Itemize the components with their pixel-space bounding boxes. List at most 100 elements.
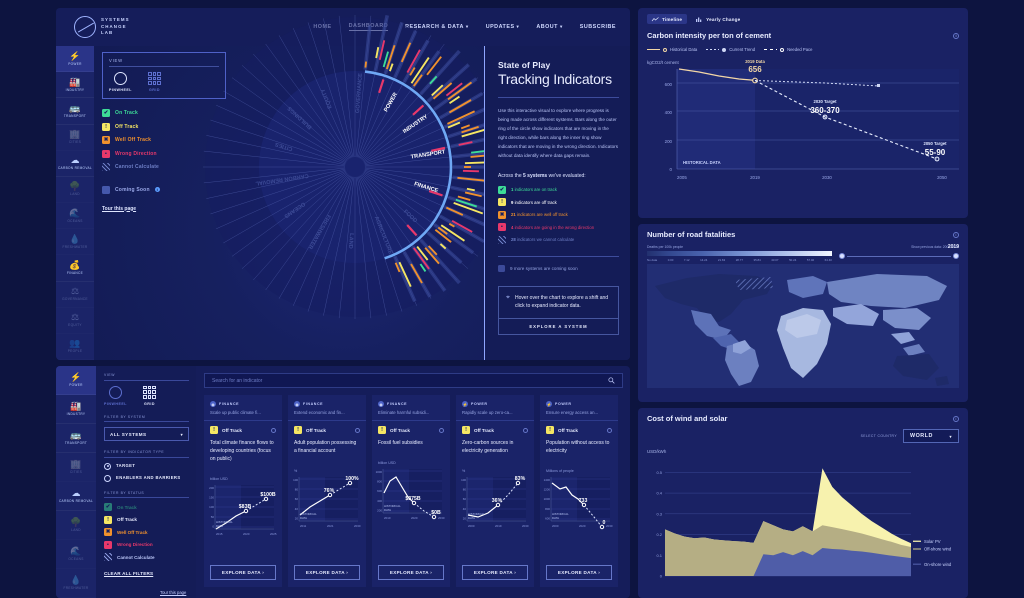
- indicator-card[interactable]: ⚡ POWER Rapidly scale up zero-ca... ! Of…: [456, 395, 534, 587]
- pinwheel-chart[interactable]: POWERINDUSTRYTRANSPORTFINANCEFOODAGRICUL…: [190, 8, 520, 332]
- rail2-item-transport[interactable]: 🚌 TRANSPORT: [56, 424, 96, 453]
- svg-text:1200: 1200: [544, 488, 551, 492]
- indicator-card[interactable]: ◉ FINANCE Scale up public climate fi... …: [204, 395, 282, 587]
- system-select[interactable]: ALL SYSTEMS ▾: [104, 427, 189, 441]
- view-toggle[interactable]: VIEW PINWHEEL GRID: [102, 52, 226, 99]
- indicator-card[interactable]: ⚡ POWER Ensure energy access an... ! Off…: [540, 395, 618, 587]
- info-icon[interactable]: [271, 427, 276, 433]
- nav-item-subscribe[interactable]: SUBSCRIBE: [580, 24, 616, 30]
- indicator-card[interactable]: ◉ FINANCE Eliminate harmful subsidi... !…: [372, 395, 450, 587]
- pinwheel-label[interactable]: LAND: [347, 233, 354, 249]
- search-input[interactable]: Search for an indicator: [204, 373, 623, 388]
- rail2-item-power[interactable]: ⚡ POWER: [56, 366, 96, 395]
- legend-item-wrong-direction[interactable]: ▪ Wrong Direction: [102, 149, 226, 158]
- country-select[interactable]: WORLD ▾: [903, 429, 959, 443]
- indicator-card[interactable]: ◉ FINANCE Extend economic and fin... ! O…: [288, 395, 366, 587]
- rail2-item-oceans[interactable]: 🌊 OCEANS: [56, 540, 96, 569]
- info-icon[interactable]: [439, 427, 444, 433]
- explore-data-button[interactable]: EXPLORE DATA ›: [546, 565, 612, 580]
- explore-data-button[interactable]: EXPLORE DATA ›: [378, 565, 444, 580]
- world-map[interactable]: [647, 263, 959, 390]
- view-option-pinwheel[interactable]: PINWHEEL: [109, 72, 132, 92]
- svg-text:$83B: $83B: [239, 504, 252, 510]
- rail2-item-carbon-removal[interactable]: ☁ CARBON REMOVAL: [56, 482, 96, 511]
- stat-wrong-direction: ▪ 4 indicators are going in the wrong di…: [498, 223, 619, 232]
- rail-item-equity[interactable]: ⚖ EQUITY: [56, 308, 94, 334]
- explore-data-button[interactable]: EXPLORE DATA ›: [462, 565, 528, 580]
- legend-item-coming-soon[interactable]: Coming Soon i: [102, 185, 226, 194]
- info-icon[interactable]: i: [154, 187, 160, 192]
- rail2-item-industry[interactable]: 🏭 INDUSTRY: [56, 395, 96, 424]
- status-filter-wrong-direction[interactable]: ▪ Wrong Direction: [104, 540, 189, 549]
- legend-item-off-track[interactable]: ! Off Track: [102, 122, 226, 131]
- info-icon[interactable]: i: [953, 231, 959, 238]
- tab-yearly-change[interactable]: Yearly Change: [691, 14, 745, 24]
- rail-item-transport[interactable]: 🚌 TRANSPORT: [56, 98, 94, 125]
- rail-item-people[interactable]: 👥 PEOPLE: [56, 334, 94, 360]
- status-filter-cannot-calculate[interactable]: Cannot Calculate: [104, 553, 189, 561]
- year-slider-value: 2019: [947, 244, 959, 250]
- info-icon[interactable]: i: [953, 415, 959, 422]
- info-icon[interactable]: i: [953, 32, 959, 39]
- year-slider[interactable]: 2019: [839, 244, 959, 261]
- rail-item-cities[interactable]: 🏢 CITIES: [56, 125, 94, 151]
- card-sparkline: 76% 100% 100 80 60 40 20 HISTORICAL DATA 201…: [293, 475, 361, 533]
- gov-icon: ⚖: [70, 286, 80, 297]
- svg-text:DATA: DATA: [468, 516, 475, 520]
- system-icon: ⚡: [546, 401, 552, 407]
- svg-text:2050: 2050: [937, 175, 947, 180]
- svg-text:600: 600: [665, 82, 673, 87]
- nav-item-about[interactable]: ABOUT ▾: [536, 24, 562, 30]
- info-icon[interactable]: [523, 427, 528, 433]
- cost-plot[interactable]: 0 0.1 0.2 0.3 0.4 0.5 Solar PV Off-shore wind O…: [647, 458, 959, 590]
- radio-enablers-barriers[interactable]: ENABLERS AND BARRIERS: [104, 474, 189, 482]
- rail-item-freshwater[interactable]: 💧 FRESHWATER: [56, 229, 94, 255]
- status-stats: ✔ 1 indicators are on track ! 9 indicato…: [498, 185, 619, 244]
- clear-all-filters-button[interactable]: CLEAR ALL FILTERS: [104, 571, 189, 576]
- status-filter-off-track[interactable]: ! Off Track: [104, 515, 189, 524]
- pinwheel-visualization[interactable]: POWER INDUSTRY TRANSPORT FINANCE FOOD AGRICUL…: [94, 15, 630, 360]
- tour-link[interactable]: Tour this page: [102, 206, 226, 212]
- rail-item-carbon-removal[interactable]: ☁ CARBON REMOVAL: [56, 151, 94, 177]
- info-icon[interactable]: [355, 427, 360, 433]
- status-filter-on-track[interactable]: ✔ On Track: [104, 503, 189, 511]
- tab-timeline[interactable]: Timeline: [647, 14, 688, 24]
- card-goal: Eliminate harmful subsidi...: [378, 410, 430, 415]
- tour-link-secondary[interactable]: Tour this page: [160, 590, 186, 595]
- slider-track: [847, 256, 951, 257]
- legend-item-well-off-track[interactable]: ✖ Well Off Track: [102, 136, 226, 144]
- logo[interactable]: SYSTEMS CHANGE LAB: [74, 16, 130, 38]
- svg-text:76%: 76%: [324, 488, 335, 494]
- divider: [456, 420, 534, 421]
- legend-item-cannot-calculate[interactable]: Cannot Calculate: [102, 163, 226, 171]
- view-option-grid[interactable]: GRID: [147, 72, 161, 92]
- rail-item-land[interactable]: 🌳 LAND: [56, 177, 94, 203]
- slider-knob-start[interactable]: [839, 253, 845, 259]
- well-off-track-icon: ✖: [104, 528, 112, 536]
- rail-item-governance[interactable]: ⚖ GOVERNANCE: [56, 282, 94, 308]
- rail2-item-freshwater[interactable]: 💧 FRESHWATER: [56, 569, 96, 598]
- svg-text:200: 200: [377, 508, 382, 512]
- systems-summary: Across the 5 systems we've evaluated:: [498, 173, 619, 179]
- info-icon[interactable]: [607, 427, 612, 433]
- map-scale-label: Deaths per 100k people: [647, 245, 684, 249]
- status-filter-well-off-track[interactable]: ✖ Well Off Track: [104, 528, 189, 536]
- filter-view-toggle[interactable]: PINWHEEL GRID: [104, 385, 189, 406]
- radio-target[interactable]: TARGET: [104, 462, 189, 470]
- rail-item-power[interactable]: ⚡ POWER: [56, 46, 94, 73]
- rail-item-oceans[interactable]: 🌊 OCEANS: [56, 203, 94, 229]
- cement-plot[interactable]: 600 400 200 0 2005 2019 2030 2050 HISTOR…: [647, 59, 959, 187]
- filter-view-grid[interactable]: GRID: [142, 385, 156, 406]
- rail-item-finance[interactable]: 💰 FINANCE: [56, 255, 94, 282]
- filter-view-pinwheel[interactable]: PINWHEEL: [104, 385, 127, 406]
- legend-item-on-track[interactable]: ✔ On Track: [102, 109, 226, 117]
- explore-a-system-button[interactable]: EXPLORE A SYSTEM: [499, 318, 618, 334]
- legend-label-cannot-calculate: Cannot Calculate: [115, 164, 160, 170]
- slider-knob-end[interactable]: [953, 253, 959, 259]
- legend-current-trend: Current Trend: [706, 47, 755, 52]
- explore-data-button[interactable]: EXPLORE DATA ›: [294, 565, 360, 580]
- rail2-item-land[interactable]: 🌳 LAND: [56, 511, 96, 540]
- rail2-item-cities[interactable]: 🏢 CITIES: [56, 453, 96, 482]
- rail-item-industry[interactable]: 🏭 INDUSTRY: [56, 72, 94, 99]
- explore-data-button[interactable]: EXPLORE DATA ›: [210, 565, 276, 580]
